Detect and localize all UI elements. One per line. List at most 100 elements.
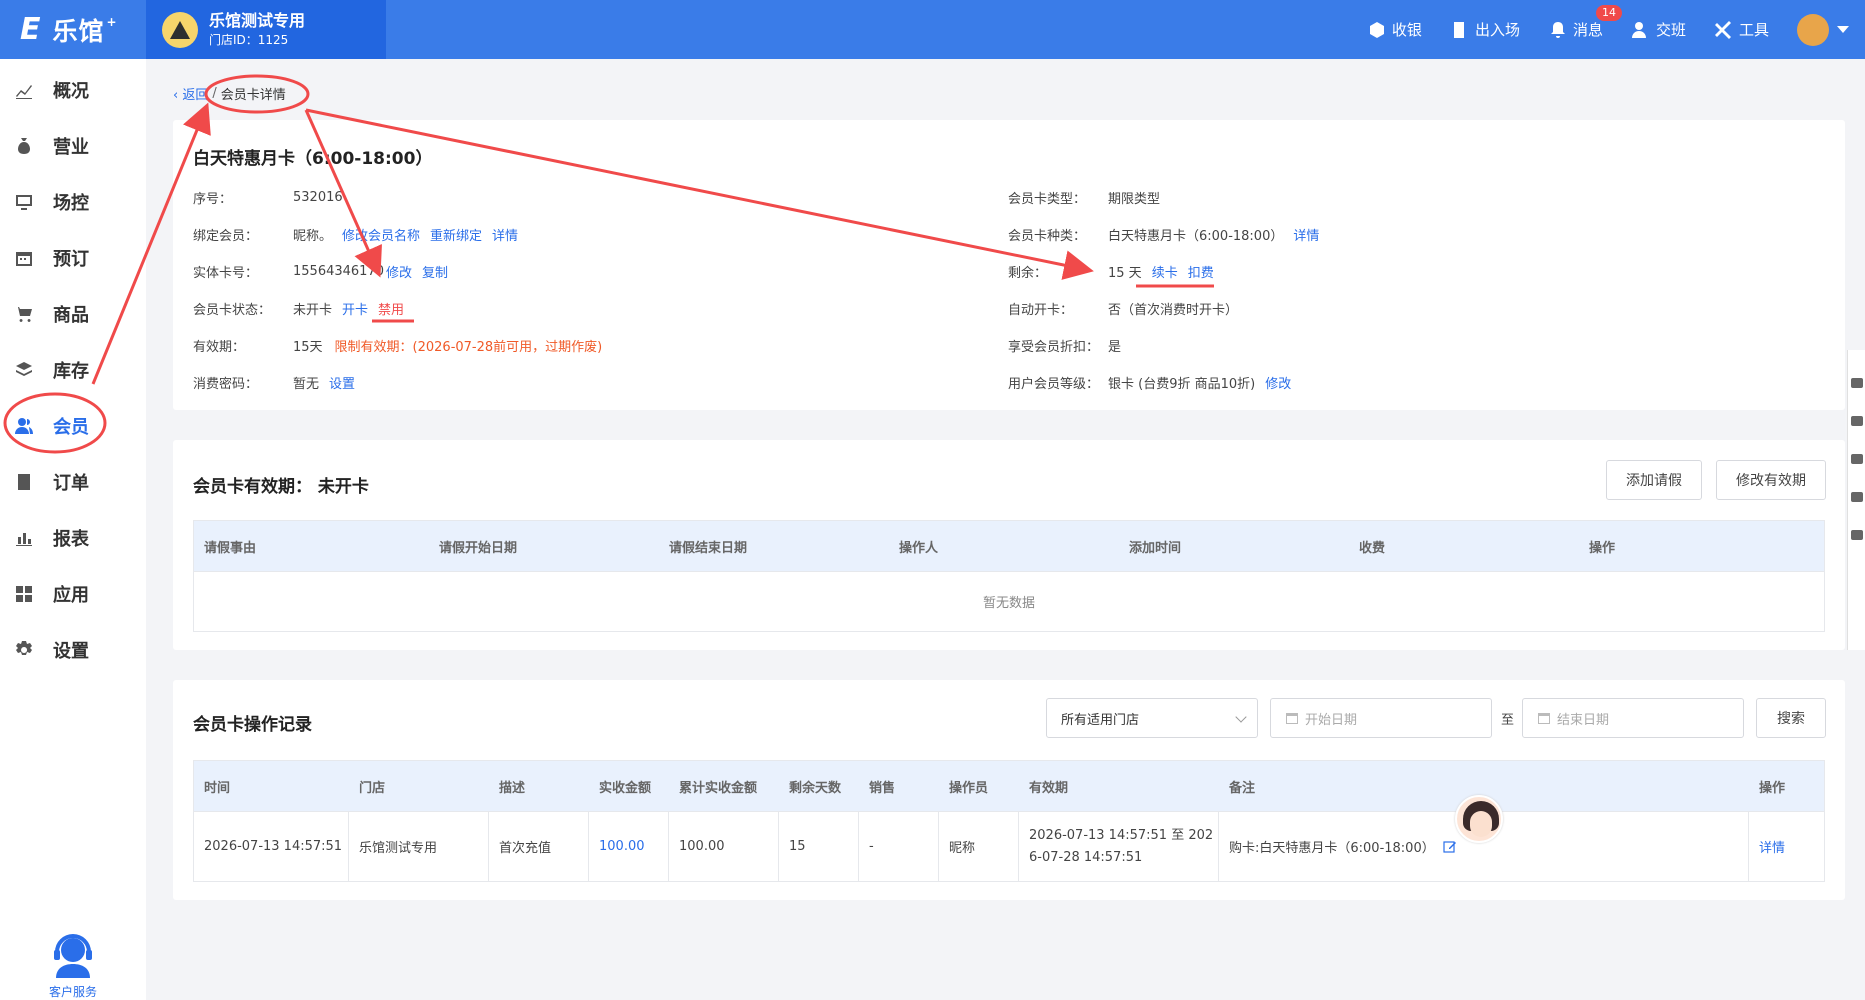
right-toolbar-rail: [1847, 350, 1865, 650]
pwd-value: 暂无: [293, 377, 320, 392]
monitor-icon: [16, 195, 32, 210]
serial-row: 序号： 532016: [193, 188, 343, 207]
breadcrumb-current: 会员卡详情: [220, 88, 286, 103]
agent-face: [1470, 811, 1492, 837]
disable-card-link[interactable]: 禁用: [378, 299, 404, 318]
sidebar-item-inventory[interactable]: 库存: [0, 342, 146, 398]
store-icon[interactable]: [1850, 492, 1863, 502]
leave-col-fee: 收费: [1359, 540, 1386, 556]
rebind-link[interactable]: 重新绑定: [430, 225, 482, 244]
row-validity-line1: 2026-07-13 14:57:51 至 202: [1029, 827, 1214, 843]
deduct-link[interactable]: 扣费: [1188, 262, 1214, 281]
start-date-placeholder: 开始日期: [1305, 712, 1358, 728]
sidebar-item-apps[interactable]: 应用: [0, 566, 146, 622]
sidebar-item-reports[interactable]: 报表: [0, 510, 146, 566]
store-avatar: [162, 11, 198, 48]
copy-physical-link[interactable]: 复制: [422, 262, 448, 281]
leave-col-action: 操作: [1589, 540, 1616, 556]
brand-logo[interactable]: E 乐馆 +: [0, 0, 146, 59]
members-icon[interactable]: [1850, 454, 1863, 464]
sidebar-item-overview[interactable]: 概况: [0, 62, 146, 118]
calendar-icon: [1538, 713, 1550, 724]
edit-level-link[interactable]: 修改: [1265, 373, 1291, 392]
monitor-icon[interactable]: [1850, 416, 1863, 426]
logo-mark: E: [20, 12, 41, 47]
search-button[interactable]: 搜索: [1756, 698, 1826, 738]
sidebar-item-label: 预订: [53, 249, 89, 270]
add-leave-button[interactable]: 添加请假: [1606, 460, 1702, 500]
kind-detail-link[interactable]: 详情: [1293, 225, 1319, 244]
chevron-down-icon: [1235, 711, 1247, 723]
tools-label: 工具: [1738, 21, 1769, 39]
edit-member-name-link[interactable]: 修改会员名称: [342, 225, 420, 244]
records-col-time: 时间: [204, 780, 231, 796]
sidebar-item-field-control[interactable]: 场控: [0, 174, 146, 230]
edit-icon[interactable]: [1443, 840, 1457, 854]
layers-icon: [16, 362, 32, 376]
records-col-sales: 销售: [869, 780, 896, 796]
open-card-link[interactable]: 开卡: [342, 299, 368, 318]
records-title: 会员卡操作记录: [193, 715, 312, 735]
sidebar-item-orders[interactable]: 订单: [0, 454, 146, 510]
card-status-row: 会员卡状态： 未开卡 开卡 禁用: [193, 299, 404, 318]
leave-col-end: 请假结束日期: [669, 540, 748, 556]
back-link[interactable]: ‹ 返回: [173, 84, 208, 103]
user-avatar[interactable]: [1797, 13, 1829, 46]
store-select[interactable]: 所有适用门店: [1046, 698, 1258, 738]
top-actions: 收银 出入场 消息 14 交班 工具: [1367, 0, 1865, 59]
row-desc: 首次充值: [489, 811, 589, 882]
cashier-button[interactable]: 收银: [1367, 19, 1422, 40]
row-store: 乐馆测试专用: [349, 811, 489, 882]
start-date-input[interactable]: 开始日期: [1270, 698, 1492, 738]
records-col-operator: 操作员: [949, 780, 989, 796]
messages-button[interactable]: 消息 14: [1548, 5, 1622, 40]
set-password-link[interactable]: 设置: [329, 373, 355, 392]
remain-value: 15 天: [1108, 266, 1142, 281]
handover-icon: [1631, 21, 1646, 38]
edit-physical-link[interactable]: 修改: [386, 262, 412, 281]
message-count-badge: 14: [1595, 5, 1622, 21]
row-total: 100.00: [669, 811, 779, 882]
edit-validity-button[interactable]: 修改有效期: [1716, 460, 1826, 500]
door-icon: [1453, 21, 1464, 38]
end-date-placeholder: 结束日期: [1557, 712, 1610, 728]
row-paid-link[interactable]: 100.00: [589, 811, 669, 882]
card-icon[interactable]: [1850, 530, 1863, 540]
validity-label: 有效期：: [193, 340, 246, 355]
gear-icon: [16, 641, 32, 655]
member-detail-link[interactable]: 详情: [492, 225, 518, 244]
renew-card-link[interactable]: 续卡: [1152, 262, 1178, 281]
row-remark-text: 购卡:白天特惠月卡（6:00-18:00）: [1229, 841, 1435, 856]
validity-value: 15天: [293, 340, 323, 355]
customer-service-button[interactable]: 客户服务: [0, 930, 146, 1000]
entry-button[interactable]: 出入场: [1450, 19, 1520, 40]
apps-icon: [16, 586, 32, 602]
leave-col-start: 请假开始日期: [439, 540, 518, 556]
support-agent-avatar[interactable]: [1455, 795, 1503, 843]
handover-button[interactable]: 交班: [1631, 19, 1686, 40]
pwd-label: 消费密码：: [193, 377, 259, 392]
sidebar-item-label: 概况: [53, 81, 89, 102]
row-detail-link[interactable]: 详情: [1749, 812, 1824, 882]
headset-icon: [54, 934, 92, 978]
leave-table: 请假事由 请假开始日期 请假结束日期 操作人 添加时间 收费 操作 暂无数据: [193, 520, 1825, 632]
store-select-value: 所有适用门店: [1061, 712, 1140, 728]
auto-value: 否（首次消费时开卡）: [1108, 303, 1239, 318]
end-date-input[interactable]: 结束日期: [1522, 698, 1744, 738]
date-range-to-label: 至: [1501, 713, 1515, 728]
store-switcher[interactable]: 乐馆测试专用 门店ID：1125: [146, 0, 386, 59]
card-type-row: 会员卡类型： 期限类型: [1008, 188, 1160, 207]
sidebar-item-settings[interactable]: 设置: [0, 622, 146, 678]
sidebar-item-business[interactable]: 营业: [0, 118, 146, 174]
sidebar-item-label: 场控: [53, 193, 89, 214]
remain-label: 剩余：: [1008, 266, 1048, 281]
chevron-down-icon[interactable]: [1837, 26, 1849, 33]
sidebar-item-members[interactable]: 会员: [0, 398, 146, 454]
sidebar-item-booking[interactable]: 预订: [0, 230, 146, 286]
sidebar-item-label: 订单: [53, 473, 89, 494]
card-title: 白天特惠月卡（6:00-18:00）: [193, 149, 433, 169]
layers-icon[interactable]: [1850, 378, 1863, 388]
sidebar-item-goods[interactable]: 商品: [0, 286, 146, 342]
tools-button[interactable]: 工具: [1714, 19, 1769, 40]
leave-col-reason: 请假事由: [204, 540, 257, 556]
